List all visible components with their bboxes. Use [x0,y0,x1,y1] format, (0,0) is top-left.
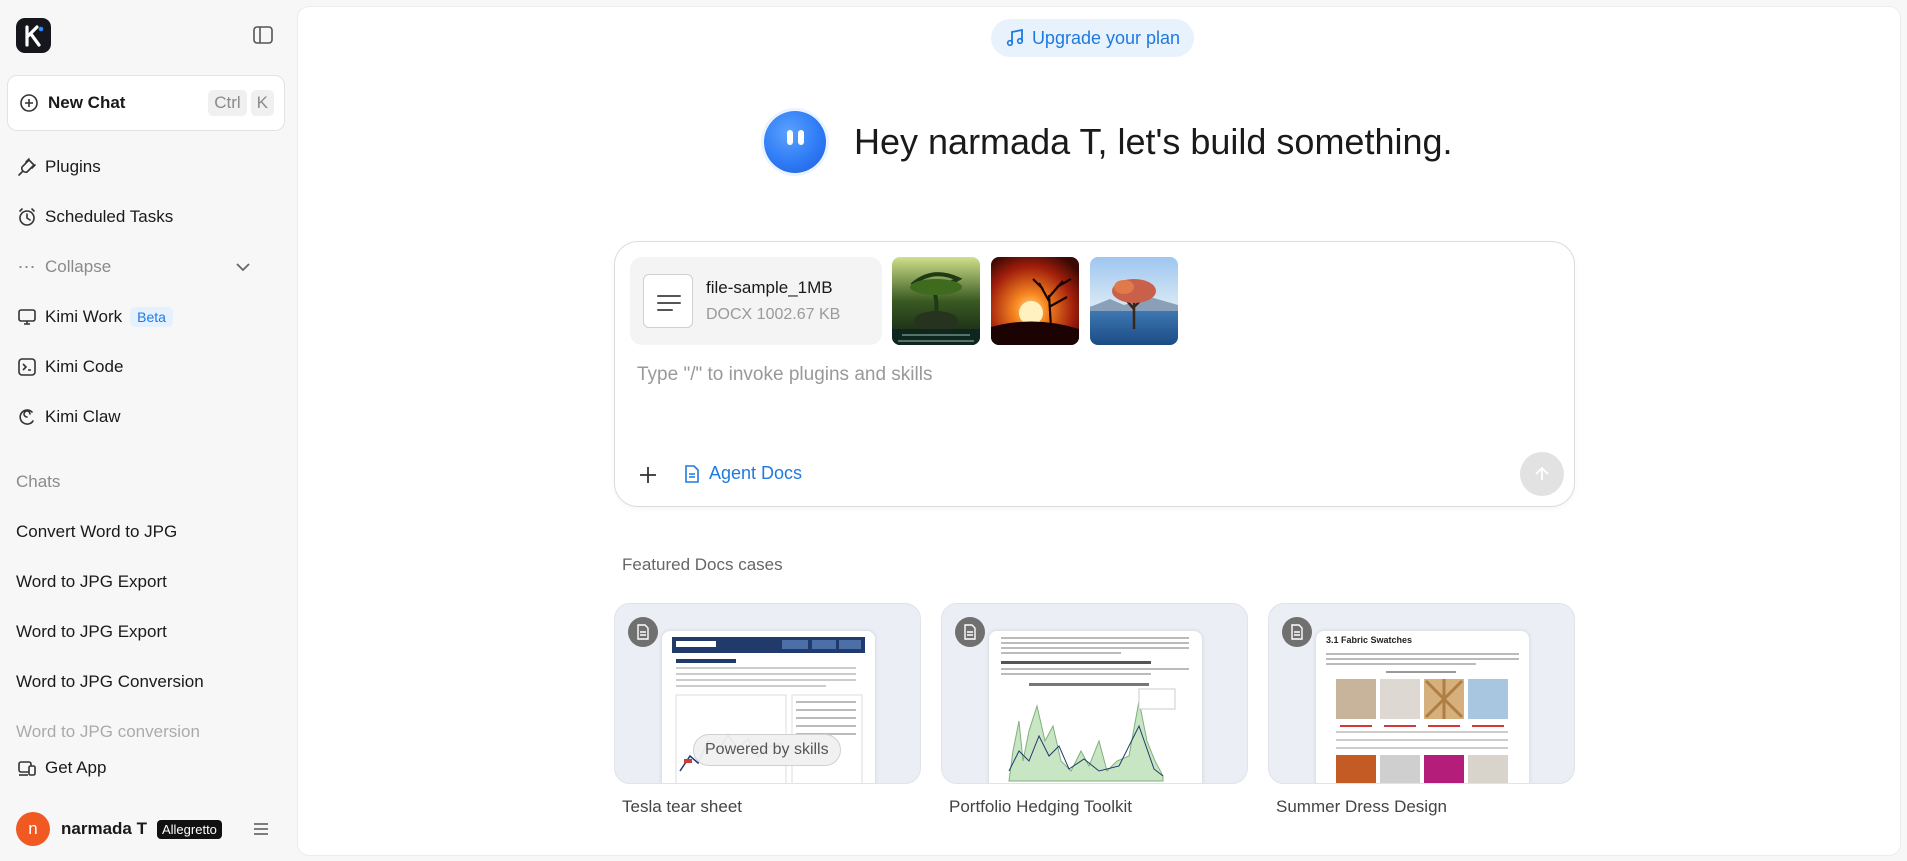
chat-history-item[interactable]: Convert Word to JPG [16,522,177,542]
beta-badge: Beta [130,307,173,327]
case-preview [989,631,1202,783]
featured-case-card[interactable]: Powered by skills [614,603,921,784]
get-app-link[interactable]: Get App [16,753,286,783]
sidebar-item-label: Kimi Claw [45,407,121,426]
document-badge-icon [628,617,658,647]
shortcut-key: K [250,90,274,116]
new-chat-label: New Chat [48,93,126,112]
shortcut-hint: Ctrl K [208,90,274,116]
sidebar-item-label: Kimi Code [45,357,124,376]
plan-badge: Allegretto [156,819,222,839]
sidebar-item-label: Plugins [45,157,101,176]
sidebar-item-kimi-claw[interactable]: Kimi Claw [16,402,121,432]
monitor-icon [16,306,38,328]
devices-icon [16,757,38,779]
powered-by-skills-badge: Powered by skills [693,734,841,766]
chevron-down-icon [236,263,250,272]
chat-history-item[interactable]: Word to JPG conversion [16,722,200,742]
featured-section-label: Featured Docs cases [622,555,783,574]
prompt-input[interactable] [637,364,1537,386]
sidebar-item-collapse[interactable]: ⋯ Collapse [16,252,251,282]
sidebar-item-kimi-code[interactable]: Kimi Code [16,352,123,382]
chat-history-item[interactable]: Word to JPG Conversion [16,672,204,692]
user-profile[interactable]: n narmada T Allegretto [16,812,278,846]
arrow-up-icon [1535,466,1549,480]
case-preview: 3.1 Fabric Swatches [1316,631,1529,783]
featured-case-card[interactable]: 3.1 Fabric Swatches [1268,603,1575,784]
kimi-logo[interactable] [16,18,51,53]
attached-image-thumbnail[interactable] [1090,257,1178,345]
avatar[interactable]: n [16,812,50,846]
sidebar-item-kimi-work[interactable]: Kimi Work Beta [16,302,173,332]
sidebar-item-label: Scheduled Tasks [45,207,174,226]
terminal-icon [16,356,38,378]
sidebar-item-scheduled-tasks[interactable]: Scheduled Tasks [16,202,173,232]
upgrade-plan-label: Upgrade your plan [1031,27,1181,48]
send-button[interactable] [1520,452,1564,496]
document-badge-icon [955,617,985,647]
document-icon [685,464,699,483]
kimi-logo-icon [24,24,43,47]
main-panel: Upgrade your plan Hey narmada T, let's b… [297,6,1901,856]
menu-icon[interactable] [252,821,270,837]
chat-composer: file-sample_1MB DOCX 1002.67 KB Type "/"… [614,241,1575,507]
claw-icon [16,406,38,428]
agent-docs-label: Agent Docs [709,463,803,483]
featured-case-card[interactable] [941,603,1248,784]
greeting-text: Hey narmada T, let's build something. [854,121,1453,162]
sidebar: New Chat Ctrl K Plugins Scheduled Tasks … [0,0,296,861]
document-badge-icon [1282,617,1312,647]
file-name: file-sample_1MB [706,278,833,297]
new-chat-button[interactable]: New Chat Ctrl K [7,75,285,131]
sidebar-item-plugins[interactable]: Plugins [16,152,101,182]
chat-history-item[interactable]: Word to JPG Export [16,572,167,592]
add-attachment-icon[interactable] [637,464,659,486]
ellipsis-icon: ⋯ [17,256,37,277]
file-meta: DOCX 1002.67 KB [706,306,841,323]
upgrade-plan-button[interactable]: Upgrade your plan [991,19,1194,57]
attached-image-thumbnail[interactable] [892,257,980,345]
document-icon [643,274,693,328]
case-title[interactable]: Tesla tear sheet [622,797,742,817]
greeting: Hey narmada T, let's build something. [764,111,1453,173]
plug-icon [16,156,38,178]
attached-file-card[interactable]: file-sample_1MB DOCX 1002.67 KB [630,257,882,345]
user-name: narmada T [61,819,147,838]
get-app-label: Get App [45,758,107,777]
sidebar-toggle-icon[interactable] [252,25,274,45]
sidebar-item-label: Kimi Work [45,307,123,326]
case-title[interactable]: Portfolio Hedging Toolkit [949,797,1132,817]
chat-history-item[interactable]: Word to JPG Export [16,622,167,642]
agent-docs-button[interactable]: Agent Docs [683,463,802,484]
attached-image-thumbnail[interactable] [991,257,1079,345]
mascot-eye [798,130,804,145]
new-chat-icon [20,94,38,112]
case-title[interactable]: Summer Dress Design [1276,797,1447,817]
sidebar-item-label: Collapse [45,257,112,276]
music-note-icon [1006,28,1024,47]
kimi-mascot-icon [764,111,826,173]
mascot-eye [787,130,793,145]
alarm-clock-icon [16,206,38,228]
shortcut-key: Ctrl [208,90,247,116]
chats-section-label: Chats [16,472,61,491]
